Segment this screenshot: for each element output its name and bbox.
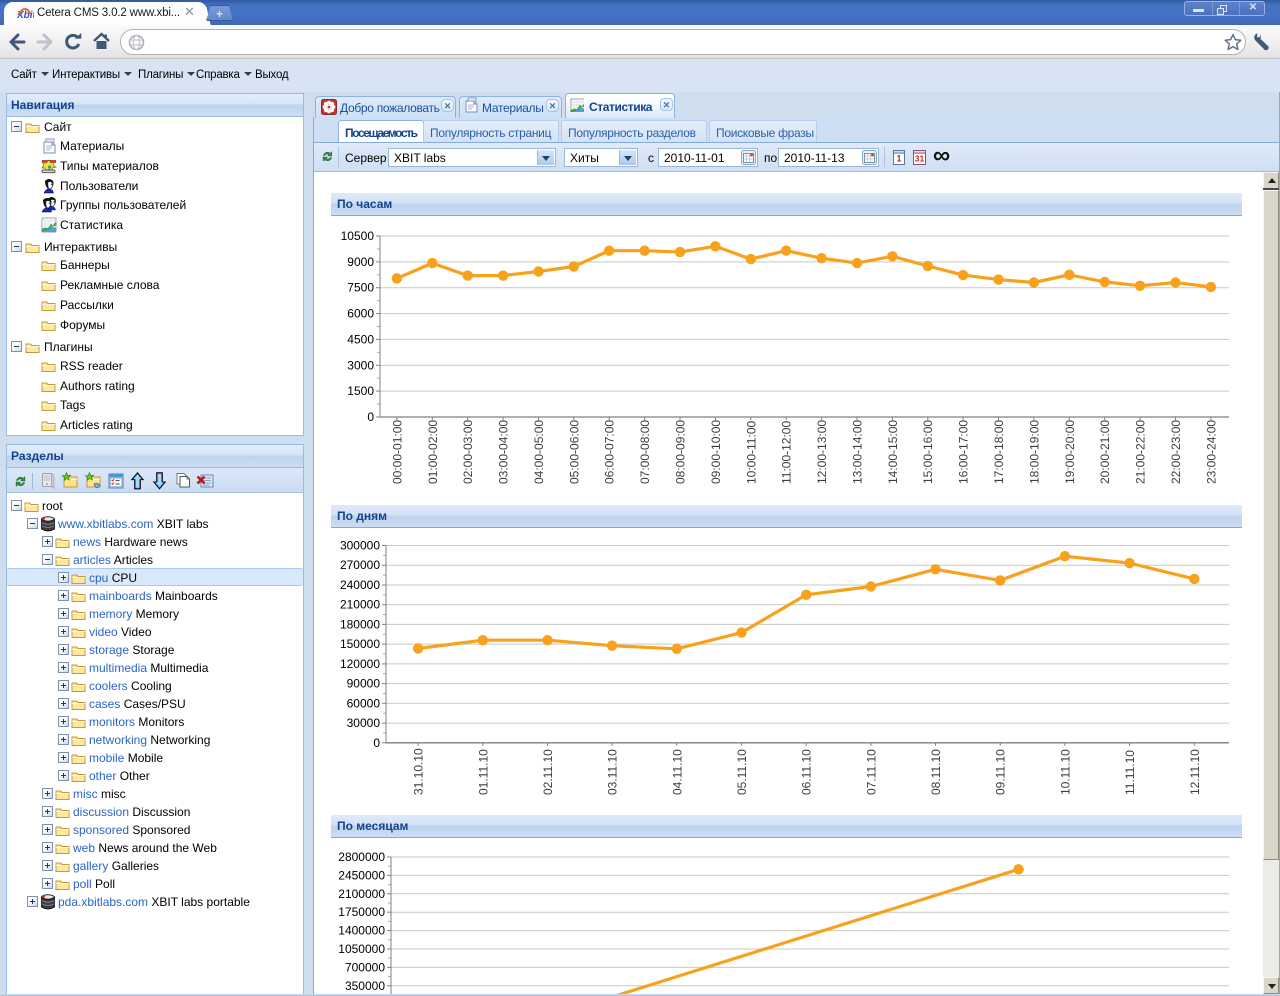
- svg-text:700000: 700000: [345, 960, 385, 974]
- svg-text:4500: 4500: [347, 332, 374, 346]
- svg-text:07:00-08:00: 07:00-08:00: [638, 420, 652, 484]
- svg-text:05.11.10: 05.11.10: [735, 749, 749, 795]
- svg-text:270000: 270000: [340, 558, 380, 572]
- svg-text:2450000: 2450000: [338, 868, 385, 882]
- svg-text:15:00-16:00: 15:00-16:00: [921, 420, 935, 484]
- svg-text:04:00-05:00: 04:00-05:00: [532, 420, 546, 484]
- svg-text:120000: 120000: [340, 657, 380, 671]
- svg-text:1: 1: [896, 154, 901, 164]
- svg-text:20:00-21:00: 20:00-21:00: [1098, 420, 1112, 484]
- svg-text:06:00-07:00: 06:00-07:00: [603, 420, 617, 484]
- svg-text:350000: 350000: [345, 979, 385, 993]
- svg-text:0: 0: [367, 410, 374, 424]
- svg-text:02:00-03:00: 02:00-03:00: [461, 420, 475, 484]
- svg-text:31: 31: [915, 154, 925, 164]
- svg-text:240000: 240000: [340, 578, 380, 592]
- svg-text:1500: 1500: [347, 384, 374, 398]
- svg-text:21:00-22:00: 21:00-22:00: [1134, 420, 1148, 484]
- svg-text:10:00-11:00: 10:00-11:00: [744, 421, 758, 484]
- svg-text:11:00-12:00: 11:00-12:00: [780, 421, 794, 484]
- svg-text:10.11.10: 10.11.10: [1058, 749, 1072, 795]
- svg-text:00:00-01:00: 00:00-01:00: [390, 420, 404, 484]
- svg-text:17:00-18:00: 17:00-18:00: [992, 420, 1006, 484]
- svg-text:05:00-06:00: 05:00-06:00: [567, 420, 581, 484]
- svg-text:09:00-10:00: 09:00-10:00: [709, 420, 723, 484]
- svg-text:16:00-17:00: 16:00-17:00: [957, 420, 971, 484]
- svg-text:7500: 7500: [347, 281, 374, 295]
- svg-text:10500: 10500: [341, 229, 375, 243]
- svg-text:210000: 210000: [340, 598, 380, 612]
- svg-text:11.11.10: 11.11.10: [1123, 750, 1137, 795]
- svg-text:1400000: 1400000: [338, 924, 385, 938]
- svg-text:6000: 6000: [347, 307, 374, 321]
- svg-text:300000: 300000: [340, 539, 380, 553]
- svg-text:30000: 30000: [347, 716, 381, 730]
- svg-text:14:00-15:00: 14:00-15:00: [886, 420, 900, 484]
- svg-text:08:00-09:00: 08:00-09:00: [674, 420, 688, 484]
- svg-text:22:00-23:00: 22:00-23:00: [1169, 420, 1183, 484]
- svg-text:07.11.10: 07.11.10: [864, 749, 878, 795]
- svg-text:150000: 150000: [340, 637, 380, 651]
- svg-text:2100000: 2100000: [338, 887, 385, 901]
- svg-text:1050000: 1050000: [338, 942, 385, 956]
- svg-text:06.11.10: 06.11.10: [800, 749, 814, 795]
- svg-text:09.11.10: 09.11.10: [994, 749, 1008, 795]
- svg-text:03.11.10: 03.11.10: [606, 749, 620, 795]
- svg-text:2800000: 2800000: [338, 850, 385, 864]
- svg-text:9000: 9000: [347, 255, 374, 269]
- svg-text:13:00-14:00: 13:00-14:00: [851, 420, 865, 484]
- svg-text:12.11.10: 12.11.10: [1188, 749, 1202, 795]
- svg-text:03:00-04:00: 03:00-04:00: [497, 420, 511, 484]
- svg-text:0: 0: [373, 736, 380, 750]
- svg-text:04.11.10: 04.11.10: [670, 749, 684, 795]
- svg-text:01.11.10: 01.11.10: [476, 749, 490, 795]
- svg-text:02.11.10: 02.11.10: [541, 749, 555, 795]
- svg-text:19:00-20:00: 19:00-20:00: [1063, 420, 1077, 484]
- svg-text:31.10.10: 31.10.10: [412, 748, 426, 795]
- svg-text:3000: 3000: [347, 358, 374, 372]
- svg-text:1750000: 1750000: [338, 905, 385, 919]
- svg-text:Xbit: Xbit: [17, 10, 34, 20]
- svg-text:180000: 180000: [340, 617, 380, 631]
- svg-text:12:00-13:00: 12:00-13:00: [815, 420, 829, 484]
- svg-text:90000: 90000: [347, 677, 381, 691]
- svg-text:01:00-02:00: 01:00-02:00: [426, 420, 440, 484]
- svg-text:23:00-24:00: 23:00-24:00: [1204, 420, 1218, 484]
- svg-text:18:00-19:00: 18:00-19:00: [1027, 420, 1041, 484]
- svg-text:08.11.10: 08.11.10: [929, 749, 943, 795]
- svg-text:60000: 60000: [347, 696, 381, 710]
